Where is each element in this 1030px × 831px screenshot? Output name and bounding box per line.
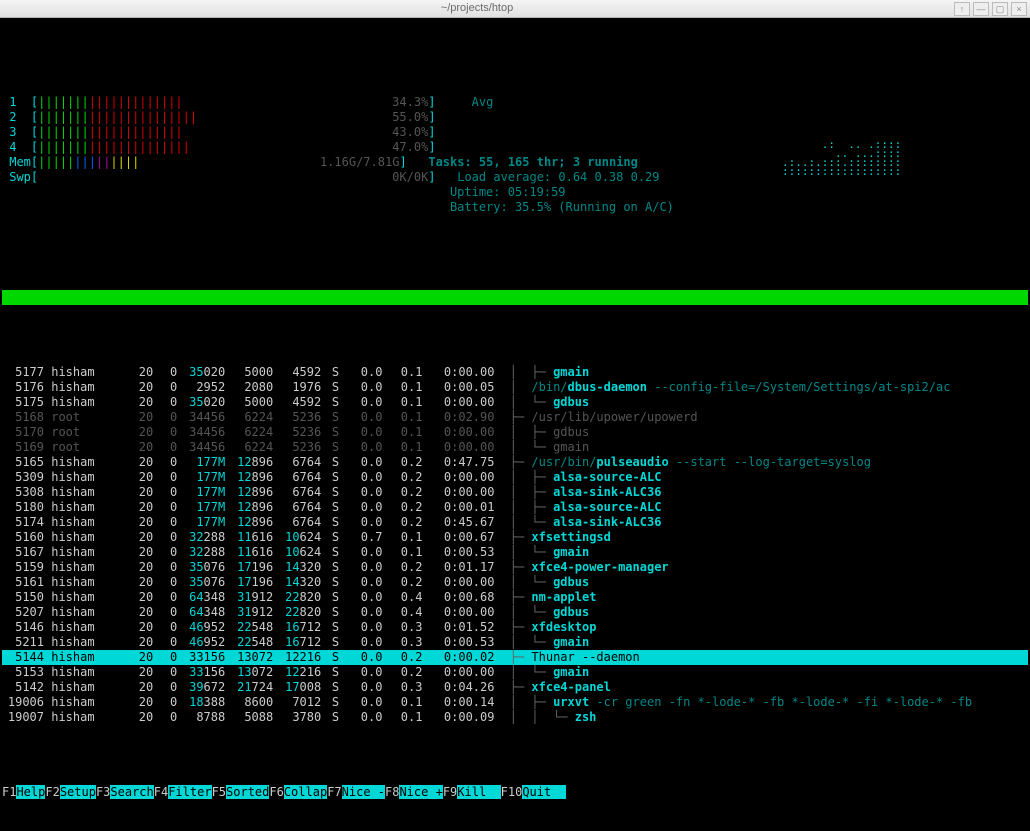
- meters-area: 1 [|||||||||||||||||||| 34.3%] Avg 2 [||…: [2, 80, 1028, 230]
- process-row[interactable]: 5146 hisham200469522254816712 S0.00.30:0…: [2, 620, 1028, 635]
- fn-label[interactable]: Sorted: [226, 785, 269, 799]
- process-row[interactable]: 5160 hisham200322881161610624 S0.70.10:0…: [2, 530, 1028, 545]
- process-row[interactable]: 5167 hisham200322881161610624 S0.00.10:0…: [2, 545, 1028, 560]
- window-up-icon[interactable]: ↑: [954, 2, 970, 16]
- process-header[interactable]: PID USERPRINIVIRTRESSHR SCPU%MEM%TIME+Co…: [2, 290, 1028, 305]
- col-state[interactable]: S: [328, 305, 342, 320]
- fn-label[interactable]: Collap: [284, 785, 327, 799]
- window-close-icon[interactable]: ×: [1011, 2, 1027, 16]
- process-row[interactable]: 19007 hisham200878850883780 S0.00.10:00.…: [2, 710, 1028, 725]
- process-row[interactable]: 19006 hisham2001838886007012 S0.00.10:00…: [2, 695, 1028, 710]
- process-row[interactable]: 5153 hisham200331561307212216 S0.00.20:0…: [2, 665, 1028, 680]
- col-pid[interactable]: PID: [2, 305, 44, 320]
- fn-label[interactable]: Help: [16, 785, 45, 799]
- window-title: ~/projects/htop: [0, 1, 954, 16]
- fn-label[interactable]: Setup: [60, 785, 96, 799]
- fn-key[interactable]: F3: [96, 785, 110, 799]
- col-mem[interactable]: MEM%: [382, 305, 422, 320]
- col-user[interactable]: USER: [51, 305, 121, 320]
- process-row[interactable]: 5150 hisham200643483191222820 S0.00.40:0…: [2, 590, 1028, 605]
- window-min-icon[interactable]: —: [973, 2, 989, 16]
- function-key-bar[interactable]: F1HelpF2SetupF3SearchF4FilterF5SortedF6C…: [2, 785, 1028, 801]
- process-row[interactable]: 5170 root2003445662245236 S0.00.10:00.00…: [2, 425, 1028, 440]
- process-row[interactable]: 5180 hisham200177M128966764 S0.00.20:00.…: [2, 500, 1028, 515]
- process-row[interactable]: 5169 root2003445662245236 S0.00.10:00.00…: [2, 440, 1028, 455]
- process-row[interactable]: 5177 hisham2003502050004592 S0.00.10:00.…: [2, 365, 1028, 380]
- col-pri[interactable]: PRI: [121, 305, 153, 320]
- col-shr[interactable]: SHR: [273, 305, 321, 320]
- fn-key[interactable]: F4: [154, 785, 168, 799]
- process-row[interactable]: 5165 hisham200177M128966764 S0.00.20:47.…: [2, 455, 1028, 470]
- col-cpu[interactable]: CPU%: [342, 305, 382, 320]
- fn-label[interactable]: Quit: [522, 785, 565, 799]
- col-cmd[interactable]: Command: [494, 305, 553, 319]
- process-row[interactable]: 5142 hisham200396722172417008 S0.00.30:0…: [2, 680, 1028, 695]
- process-row[interactable]: 5144 hisham200331561307212216 S0.00.20:0…: [2, 650, 1028, 665]
- fn-label[interactable]: Filter: [168, 785, 211, 799]
- fn-key[interactable]: F8: [385, 785, 399, 799]
- fn-key[interactable]: F7: [327, 785, 341, 799]
- cpu-graph-icon: .: .. .:::: .. ...::::.:..:.:::.::::::::…: [782, 140, 901, 176]
- terminal[interactable]: 1 [|||||||||||||||||||| 34.3%] Avg 2 [||…: [0, 18, 1030, 602]
- battery-line: Battery: 35.5% (Running on A/C): [450, 200, 674, 214]
- process-row[interactable]: 5168 root2003445662245236 S0.00.10:02.90…: [2, 410, 1028, 425]
- fn-label[interactable]: Nice -: [342, 785, 385, 799]
- process-row[interactable]: 5161 hisham200350761719614320 S0.00.20:0…: [2, 575, 1028, 590]
- tasks-line: Tasks: 55, 165 thr; 3 running: [428, 155, 638, 169]
- process-row[interactable]: 5308 hisham200177M128966764 S0.00.20:00.…: [2, 485, 1028, 500]
- process-row[interactable]: 5176 hisham200295220801976 S0.00.10:00.0…: [2, 380, 1028, 395]
- fn-key[interactable]: F5: [212, 785, 226, 799]
- fn-key[interactable]: F2: [45, 785, 59, 799]
- fn-label[interactable]: Search: [110, 785, 153, 799]
- avg-label: Avg: [472, 95, 494, 109]
- load-line: Load average: 0.64 0.38 0.29: [457, 170, 659, 184]
- fn-key[interactable]: F1: [2, 785, 16, 799]
- process-row[interactable]: 5211 hisham200469522254816712 S0.00.30:0…: [2, 635, 1028, 650]
- col-res[interactable]: RES: [225, 305, 273, 320]
- fn-label[interactable]: Nice +: [399, 785, 442, 799]
- fn-key[interactable]: F10: [501, 785, 523, 799]
- process-row[interactable]: 5175 hisham2003502050004592 S0.00.10:00.…: [2, 395, 1028, 410]
- window-titlebar: ~/projects/htop ↑ — ▢ ×: [0, 0, 1030, 18]
- fn-key[interactable]: F9: [443, 785, 457, 799]
- process-row[interactable]: 5174 hisham200177M128966764 S0.00.20:45.…: [2, 515, 1028, 530]
- process-row[interactable]: 5309 hisham200177M128966764 S0.00.20:00.…: [2, 470, 1028, 485]
- col-virt[interactable]: VIRT: [177, 305, 225, 320]
- col-time[interactable]: TIME+: [422, 305, 494, 320]
- col-ni[interactable]: NI: [153, 305, 177, 320]
- process-list[interactable]: 5177 hisham2003502050004592 S0.00.10:00.…: [2, 365, 1028, 725]
- window-max-icon[interactable]: ▢: [992, 2, 1008, 16]
- process-row[interactable]: 5207 hisham200643483191222820 S0.00.40:0…: [2, 605, 1028, 620]
- fn-key[interactable]: F6: [269, 785, 283, 799]
- uptime-line: Uptime: 05:19:59: [450, 185, 566, 199]
- process-row[interactable]: 5159 hisham200350761719614320 S0.00.20:0…: [2, 560, 1028, 575]
- fn-label[interactable]: Kill: [457, 785, 500, 799]
